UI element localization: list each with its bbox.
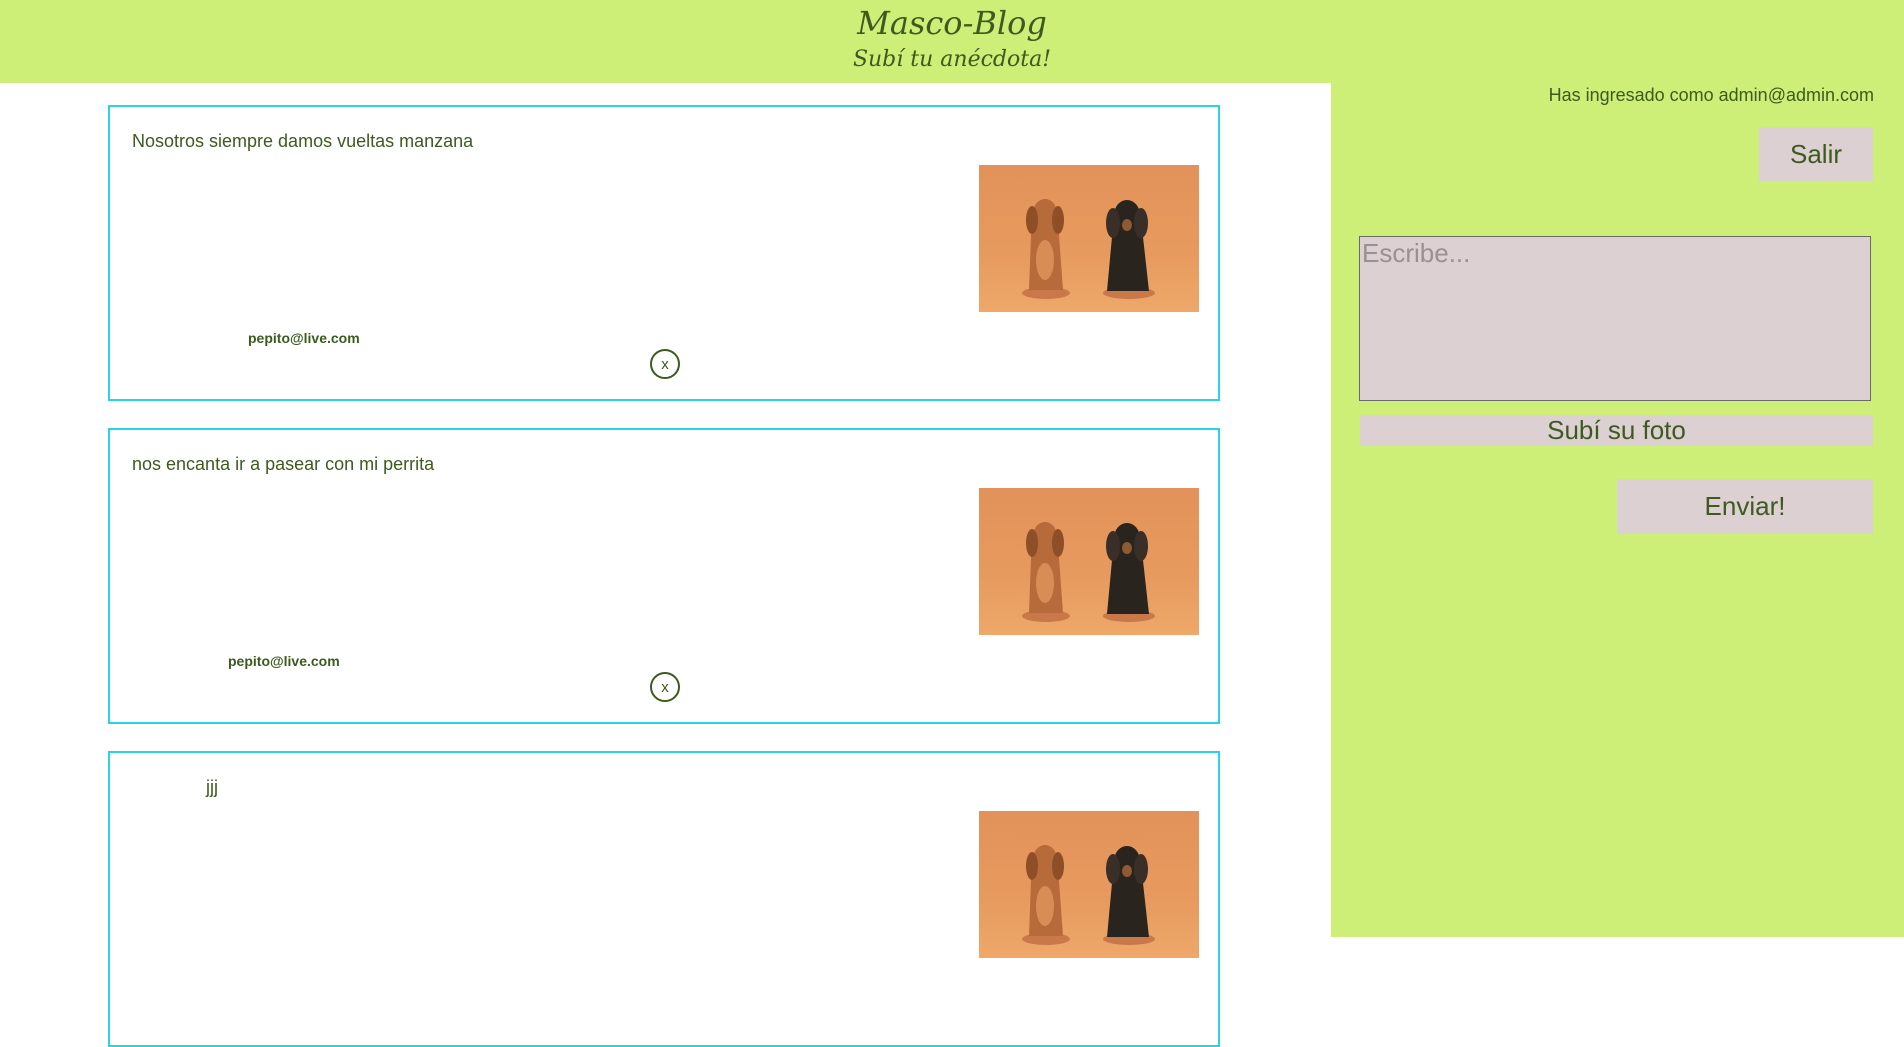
dachshunds-photo (979, 488, 1199, 635)
post-card: Nosotros siempre damos vueltas manzana p… (108, 105, 1220, 401)
post-text: nos encanta ir a pasear con mi perrita (132, 454, 435, 474)
send-button[interactable]: Enviar! (1617, 479, 1873, 534)
site-title: Masco-Blog (857, 4, 1047, 42)
delete-post-button[interactable]: x (650, 672, 680, 702)
post-card: nos encanta ir a pasear con mi perrita p… (108, 428, 1220, 724)
post-author: pepito@live.com (228, 653, 340, 669)
post-card: jjj (108, 751, 1220, 1047)
upload-photo-button[interactable]: Subí su foto (1360, 415, 1873, 446)
dachshunds-photo (979, 165, 1199, 312)
site-header: Masco-Blog Subí tu anécdota! (0, 0, 1904, 83)
dachshunds-illustration (1022, 199, 1155, 299)
dachshunds-illustration (1022, 522, 1155, 622)
post-textarea[interactable]: Escribe... (1359, 236, 1871, 401)
dachshunds-illustration (1022, 845, 1155, 945)
post-author: pepito@live.com (248, 330, 360, 346)
logout-button[interactable]: Salir (1759, 127, 1873, 181)
dachshunds-photo (979, 811, 1199, 958)
post-text: jjj (206, 777, 218, 797)
site-subtitle: Subí tu anécdota! (852, 47, 1052, 72)
logged-in-text: Has ingresado como admin@admin.com (1548, 85, 1874, 105)
post-text: Nosotros siempre damos vueltas manzana (132, 131, 474, 151)
delete-post-button[interactable]: x (650, 349, 680, 379)
